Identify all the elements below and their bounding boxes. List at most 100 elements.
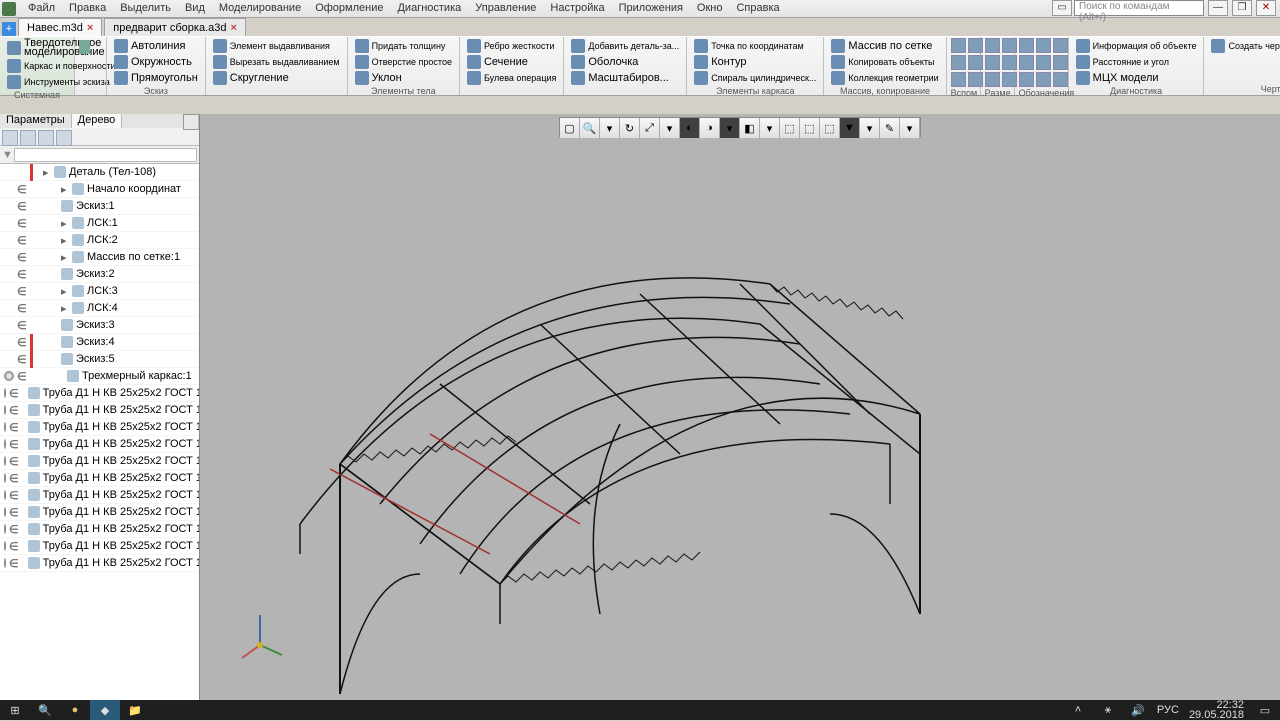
- panel-tab-tree[interactable]: Дерево: [72, 114, 123, 128]
- tool-icon[interactable]: [20, 130, 36, 146]
- close-button[interactable]: ✕: [1256, 0, 1276, 16]
- menu-diag[interactable]: Диагностика: [391, 0, 467, 18]
- dim-icon[interactable]: [985, 72, 1000, 87]
- tree-row[interactable]: ∈Труба Д1 Н КВ 25х25х2 ГОСТ 18475-: [0, 555, 199, 572]
- model-tree[interactable]: ▸Деталь (Тел-108)∈▸Начало координат ∈Эски…: [0, 164, 199, 700]
- extrude-button[interactable]: Элемент выдавливания: [210, 38, 343, 54]
- tree-row[interactable]: ∈Труба Д1 Н КВ 25х25х2 ГОСТ 18475-: [0, 453, 199, 470]
- save-icon[interactable]: [79, 58, 90, 72]
- menu-apps[interactable]: Приложения: [613, 0, 689, 18]
- annot-icon[interactable]: [1053, 55, 1068, 70]
- tree-row[interactable]: ∈Эскиз:4: [0, 334, 199, 351]
- tree-row[interactable]: ∈Труба Д1 Н КВ 25х25х2 ГОСТ 18475-: [0, 521, 199, 538]
- tree-row[interactable]: ▸Деталь (Тел-108): [0, 164, 199, 181]
- draft-button[interactable]: Уклон: [352, 70, 455, 86]
- sketch-tools-button[interactable]: Инструменты эскиза: [4, 74, 70, 90]
- tree-row[interactable]: ∈▸ЛСК:3: [0, 283, 199, 300]
- menu-view[interactable]: Вид: [179, 0, 211, 18]
- filter-icon[interactable]: ▼: [2, 149, 14, 161]
- notifications-icon[interactable]: ▭: [1250, 700, 1280, 720]
- tree-row[interactable]: ∈▸ЛСК:2: [0, 232, 199, 249]
- vp-tool[interactable]: ▼: [840, 118, 860, 138]
- panel-tab-params[interactable]: Параметры: [0, 114, 72, 128]
- tree-row[interactable]: ∈▸ЛСК:4: [0, 300, 199, 317]
- viewport[interactable]: ▢🔍▾↻⤢▾ ◐◑▾ ◧▾ ⬚⬚⬚ ▼▾ ✎▾: [200, 114, 1280, 700]
- annot-icon[interactable]: [1036, 72, 1051, 87]
- fillet-button[interactable]: Скругление: [210, 70, 343, 86]
- tree-row[interactable]: ∈Труба Д1 Н КВ 25х25х2 ГОСТ 18475-: [0, 402, 199, 419]
- tree-row[interactable]: ∈Труба Д1 Н КВ 25х25х2 ГОСТ 18475-: [0, 487, 199, 504]
- vp-tool[interactable]: ✎: [880, 118, 900, 138]
- vp-tool[interactable]: ◧: [740, 118, 760, 138]
- menu-select[interactable]: Выделить: [114, 0, 177, 18]
- copy-obj-button[interactable]: Копировать объекты: [828, 54, 941, 70]
- close-icon[interactable]: ×: [230, 22, 236, 34]
- undo-icon[interactable]: [79, 76, 90, 90]
- tree-row[interactable]: ∈▸ЛСК:1: [0, 215, 199, 232]
- new-doc-icon[interactable]: [79, 40, 90, 54]
- spiral-button[interactable]: Спираль цилиндрическ...: [691, 70, 819, 86]
- menu-file[interactable]: Файл: [22, 0, 61, 18]
- tree-row[interactable]: ∈Эскиз:3: [0, 317, 199, 334]
- tool-icon[interactable]: [2, 130, 18, 146]
- menu-window[interactable]: Окно: [691, 0, 729, 18]
- point-coord-button[interactable]: Точка по координатам: [691, 38, 819, 54]
- obj-info-button[interactable]: Информация об объекте: [1073, 38, 1200, 54]
- wireframe-button[interactable]: Каркас и поверхности: [4, 58, 70, 74]
- lang-indicator[interactable]: РУС: [1153, 700, 1183, 720]
- new-tab-button[interactable]: +: [2, 22, 16, 36]
- pattern-button[interactable]: Массив по сетке: [828, 38, 941, 54]
- search-icon[interactable]: 🔍: [30, 700, 60, 720]
- dim-icon[interactable]: [985, 55, 1000, 70]
- geom-collection-button[interactable]: Коллекция геометрии: [828, 70, 941, 86]
- open-icon[interactable]: [92, 40, 103, 54]
- scale-button[interactable]: Масштабиров...: [568, 70, 682, 86]
- menu-manage[interactable]: Управление: [469, 0, 542, 18]
- vp-tool[interactable]: ⬚: [800, 118, 820, 138]
- clock[interactable]: 22:3229.05.2018: [1183, 700, 1250, 720]
- vp-tool[interactable]: ▾: [660, 118, 680, 138]
- cut-extrude-button[interactable]: Вырезать выдавливанием: [210, 54, 343, 70]
- rib-button[interactable]: Ребро жесткости: [464, 38, 559, 54]
- shell-button[interactable]: Оболочка: [568, 54, 682, 70]
- volume-icon[interactable]: 🔊: [1123, 700, 1153, 720]
- print-icon[interactable]: [92, 58, 103, 72]
- vp-tool[interactable]: ▾: [760, 118, 780, 138]
- vp-tool[interactable]: ◐: [680, 118, 700, 138]
- thicken-button[interactable]: Придать толщину: [352, 38, 455, 54]
- tree-row[interactable]: ∈▸Массив по сетке:1: [0, 249, 199, 266]
- network-icon[interactable]: ⚹: [1093, 700, 1123, 720]
- annot-icon[interactable]: [1053, 72, 1068, 87]
- maximize-button[interactable]: ❐: [1232, 0, 1252, 16]
- close-icon[interactable]: ×: [87, 22, 93, 34]
- mass-button[interactable]: МЦХ модели: [1073, 70, 1200, 86]
- tool-icon[interactable]: [56, 130, 72, 146]
- annot-icon[interactable]: [1019, 38, 1034, 53]
- kompas-icon[interactable]: ◆: [90, 700, 120, 720]
- hole-button[interactable]: Отверстие простое: [352, 54, 455, 70]
- vp-tool[interactable]: ⬚: [780, 118, 800, 138]
- vp-tool[interactable]: ▾: [860, 118, 880, 138]
- menu-settings[interactable]: Настройка: [544, 0, 610, 18]
- tray-up-icon[interactable]: ˄: [1063, 700, 1093, 720]
- vp-tool[interactable]: ⤢: [640, 118, 660, 138]
- tree-row[interactable]: ∈Трехмерный каркас:1: [0, 368, 199, 385]
- vp-tool[interactable]: 🔍: [580, 118, 600, 138]
- redo-icon[interactable]: [92, 76, 103, 90]
- tool-icon[interactable]: [38, 130, 54, 146]
- aux-icon[interactable]: [951, 55, 966, 70]
- circle-button[interactable]: Окружность: [111, 54, 201, 70]
- autoline-button[interactable]: Автолиния: [111, 38, 201, 54]
- aux-icon[interactable]: [951, 38, 966, 53]
- minimize-button[interactable]: —: [1208, 0, 1228, 16]
- menu-format[interactable]: Оформление: [309, 0, 389, 18]
- tree-row[interactable]: ∈Труба Д1 Н КВ 25х25х2 ГОСТ 18475-: [0, 504, 199, 521]
- solid-modeling-button[interactable]: Твердотельноемоделирование: [4, 38, 70, 58]
- menu-edit[interactable]: Правка: [63, 0, 112, 18]
- tree-row[interactable]: ∈▸Начало координат: [0, 181, 199, 198]
- tree-row[interactable]: ∈Труба Д1 Н КВ 25х25х2 ГОСТ 18475-: [0, 436, 199, 453]
- section-button[interactable]: Сечение: [464, 54, 559, 70]
- chrome-icon[interactable]: ●: [60, 700, 90, 720]
- vp-tool[interactable]: ▢: [560, 118, 580, 138]
- command-search[interactable]: Поиск по командам (Alt+/): [1074, 0, 1204, 16]
